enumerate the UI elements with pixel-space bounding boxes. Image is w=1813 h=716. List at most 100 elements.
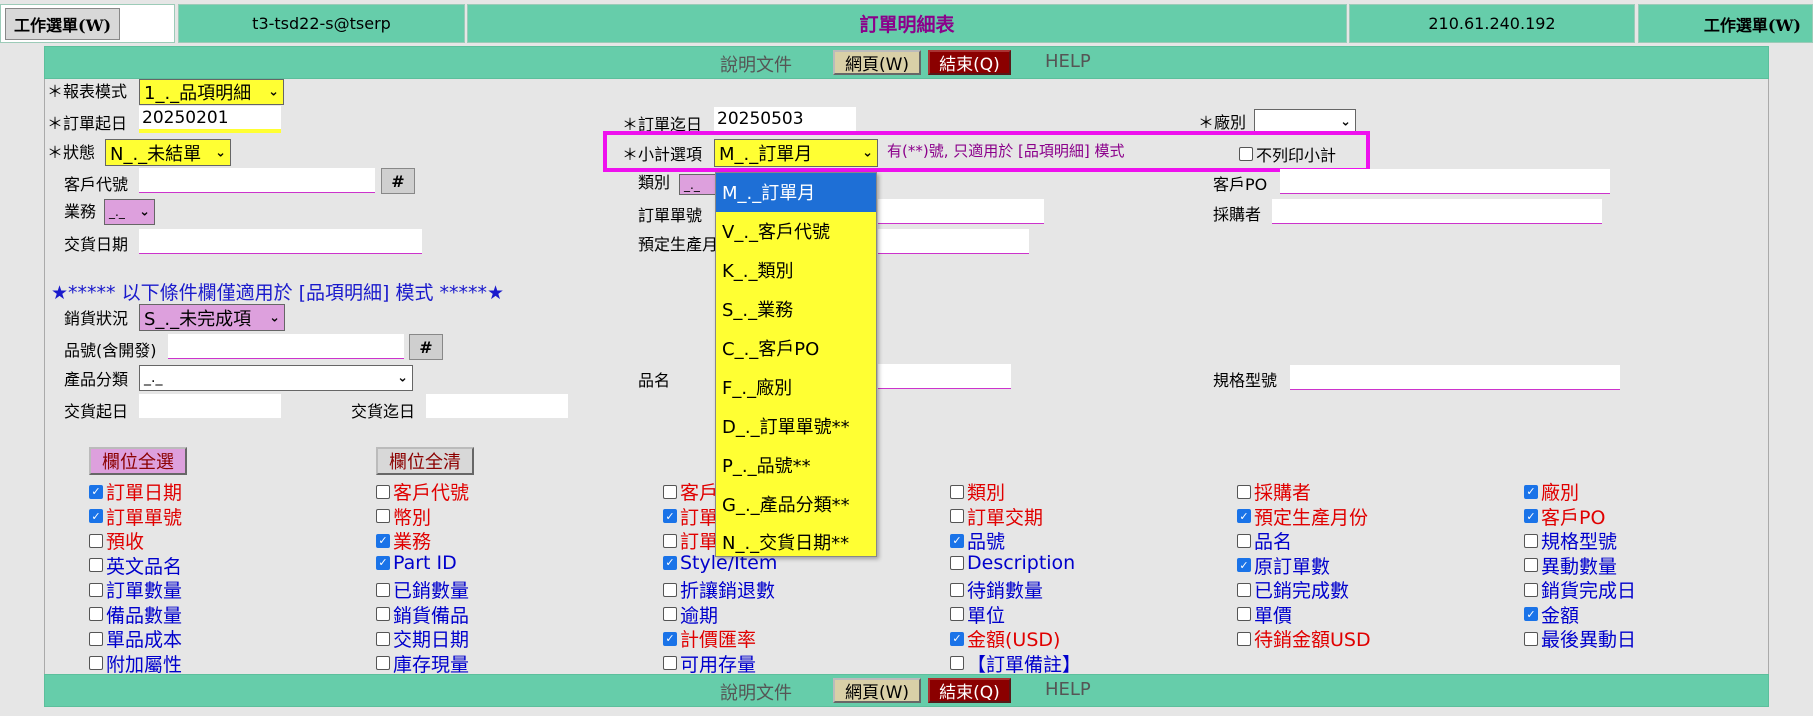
checkbox-unchecked-icon[interactable] [1237,582,1251,597]
column-checkbox[interactable]: 交期日期 [376,625,469,652]
customer-code-input[interactable] [139,168,375,193]
checkbox-unchecked-icon[interactable] [663,484,677,499]
column-checkbox[interactable]: 訂單交期 [950,503,1043,530]
report-mode-select[interactable]: 1_._品項明細 ⌄ [139,79,284,105]
column-checkbox[interactable]: ✓ 金額 [1524,601,1579,628]
column-checkbox[interactable]: ✓ 訂單 [663,503,718,530]
column-checkbox[interactable]: ✓ 原訂單數 [1237,552,1330,579]
checkbox-unchecked-icon[interactable] [1237,533,1251,548]
column-checkbox[interactable]: 異動數量 [1524,552,1617,579]
no-print-subtotal-checkbox[interactable]: 不列印小計 [1239,142,1336,166]
checkbox-box[interactable] [1239,147,1253,161]
column-checkbox[interactable]: 待銷數量 [950,576,1043,603]
checkbox-checked-icon[interactable]: ✓ [663,555,677,570]
dropdown-option[interactable]: N_._交貨日期** [716,523,876,562]
quit-button[interactable]: 結束(Q) [928,50,1011,75]
column-checkbox[interactable]: 單價 [1237,601,1292,628]
column-checkbox[interactable]: 類別 [950,478,1005,505]
column-checkbox[interactable]: 【訂單備註】 [950,650,1081,677]
checkbox-checked-icon[interactable]: ✓ [1524,509,1538,523]
checkbox-unchecked-icon[interactable] [663,656,677,670]
work-menu-button-right[interactable]: 工作選單(W) [1694,7,1810,40]
checkbox-unchecked-icon[interactable] [89,582,103,597]
checkbox-unchecked-icon[interactable] [376,509,390,523]
checkbox-unchecked-icon[interactable] [1237,607,1251,621]
product-cat-select[interactable]: _._ ⌄ [139,365,413,391]
doc-link[interactable]: 說明文件 [720,51,792,77]
checkbox-unchecked-icon[interactable] [1524,533,1538,548]
column-checkbox[interactable]: 預收 [89,527,144,554]
checkbox-unchecked-icon[interactable] [950,555,964,570]
column-checkbox[interactable]: 待銷金額USD [1237,625,1371,652]
dropdown-option[interactable]: G_._產品分類** [716,484,876,523]
dropdown-option[interactable]: M_._訂單月 [716,173,876,212]
checkbox-unchecked-icon[interactable] [663,582,677,597]
column-checkbox[interactable]: ✓ 品號 [950,527,1005,554]
checkbox-unchecked-icon[interactable] [1524,582,1538,597]
help-link[interactable]: HELP [1045,679,1091,700]
delivery-end-input[interactable] [426,394,568,418]
status-select[interactable]: N_._未結單 ⌄ [105,139,231,166]
column-checkbox[interactable]: 銷貨備品 [376,601,469,628]
web-button[interactable]: 網頁(W) [833,678,921,703]
delivery-start-input[interactable] [139,394,281,418]
subtotal-select[interactable]: M_._訂單月 ⌄ [714,139,878,167]
checkbox-checked-icon[interactable]: ✓ [663,509,677,523]
column-checkbox[interactable]: 訂單 [663,527,718,554]
checkbox-checked-icon[interactable]: ✓ [89,509,103,523]
checkbox-checked-icon[interactable]: ✓ [1237,558,1251,572]
column-checkbox[interactable]: 已銷數量 [376,576,469,603]
column-checkbox[interactable]: 客戶 [663,478,718,505]
column-checkbox[interactable]: 銷貨完成日 [1524,576,1636,603]
column-checkbox[interactable]: 採購者 [1237,478,1311,505]
doc-link[interactable]: 說明文件 [720,679,792,705]
column-checkbox[interactable]: ✓ 預定生產月份 [1237,503,1368,530]
checkbox-unchecked-icon[interactable] [376,631,390,646]
planned-prod-input[interactable] [878,229,1029,254]
part-no-lookup-button[interactable]: # [409,334,443,360]
checkbox-unchecked-icon[interactable] [376,582,390,597]
column-checkbox[interactable]: ✓ 訂單單號 [89,503,182,530]
checkbox-unchecked-icon[interactable] [950,484,964,499]
checkbox-unchecked-icon[interactable] [89,607,103,621]
customer-po-input[interactable] [1280,169,1610,194]
checkbox-checked-icon[interactable]: ✓ [950,631,964,646]
checkbox-unchecked-icon[interactable] [663,533,677,548]
checkbox-checked-icon[interactable]: ✓ [1524,607,1538,621]
checkbox-unchecked-icon[interactable] [1237,631,1251,646]
checkbox-checked-icon[interactable]: ✓ [950,533,964,548]
checkbox-unchecked-icon[interactable] [376,656,390,670]
checkbox-unchecked-icon[interactable] [1237,484,1251,499]
column-checkbox[interactable]: ✓ 客戶PO [1524,503,1605,530]
order-end-input[interactable] [714,107,856,131]
dropdown-option[interactable]: D_._訂單單號** [716,406,876,445]
clear-all-button[interactable]: 欄位全清 [376,447,474,475]
checkbox-unchecked-icon[interactable] [950,582,964,597]
column-checkbox[interactable]: 已銷完成數 [1237,576,1349,603]
column-checkbox[interactable]: ✓ 業務 [376,527,431,554]
checkbox-unchecked-icon[interactable] [89,631,103,646]
select-all-button[interactable]: 欄位全選 [89,447,187,475]
dropdown-option[interactable]: F_._廠別 [716,367,876,406]
checkbox-checked-icon[interactable]: ✓ [1524,484,1538,499]
order-no-input[interactable] [878,199,1044,224]
column-checkbox[interactable]: 幣別 [376,503,431,530]
column-checkbox[interactable]: 庫存現量 [376,650,469,677]
checkbox-unchecked-icon[interactable] [376,607,390,621]
column-checkbox[interactable]: ✓ 廠別 [1524,478,1579,505]
dropdown-option[interactable]: K_._類別 [716,251,876,290]
column-checkbox[interactable]: ✓ 計價匯率 [663,625,756,652]
product-name-input[interactable] [878,364,1011,389]
column-checkbox[interactable]: 折讓銷退數 [663,576,775,603]
quit-button[interactable]: 結束(Q) [928,678,1011,703]
checkbox-unchecked-icon[interactable] [89,533,103,548]
checkbox-unchecked-icon[interactable] [1524,558,1538,572]
column-checkbox[interactable]: ✓ 金額(USD) [950,625,1060,652]
checkbox-unchecked-icon[interactable] [89,656,103,670]
column-checkbox[interactable]: Description [950,552,1075,574]
part-no-input[interactable] [168,334,404,359]
dropdown-option[interactable]: V_._客戶代號 [716,212,876,251]
checkbox-unchecked-icon[interactable] [1524,631,1538,646]
column-checkbox[interactable]: 規格型號 [1524,527,1617,554]
column-checkbox[interactable]: 逾期 [663,601,718,628]
